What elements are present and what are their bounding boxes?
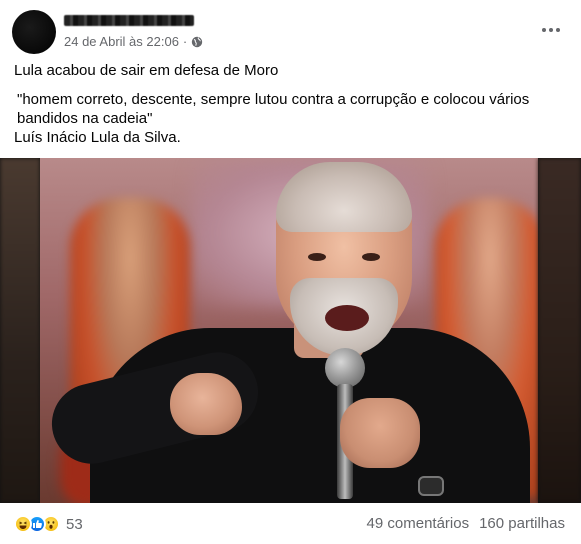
more-options-button[interactable]	[537, 20, 565, 40]
reaction-count[interactable]: 53	[66, 516, 83, 533]
post-timestamp[interactable]: 24 de Abril às 22:06	[64, 34, 179, 49]
shares-count-link[interactable]: 160 partilhas	[479, 515, 565, 532]
post-header: 24 de Abril às 22:06 ·	[12, 10, 569, 54]
author-avatar[interactable]	[12, 10, 56, 54]
photo-speaker-eye	[362, 253, 380, 261]
post-text-attribution: Luís Inácio Lula da Silva.	[14, 129, 181, 146]
post-stats: 49 comentários 160 partilhas	[367, 515, 565, 532]
author-name-redacted	[64, 15, 194, 26]
photo-blur-edge-left	[0, 158, 40, 503]
post-text-quote: "homem correto, descente, sempre lutou c…	[17, 91, 530, 127]
comments-count-link[interactable]: 49 comentários	[367, 515, 470, 532]
post-photo[interactable]	[0, 158, 581, 503]
post-text-line1: Lula acabou de sair em defesa de Moro	[14, 62, 279, 79]
post-text: Lula acabou de sair em defesa de Moro "h…	[14, 61, 569, 147]
photo-speaker-eye	[308, 253, 326, 261]
photo-blur-edge-right	[538, 158, 581, 503]
facebook-post: 24 de Abril às 22:06 · Lula acabou de sa…	[0, 0, 581, 544]
post-footer: 53 49 comentários 160 partilhas	[12, 510, 569, 538]
photo-speaker-fist	[170, 373, 242, 435]
photo-speaker-hand	[340, 398, 420, 468]
more-horizontal-icon	[542, 28, 546, 32]
photo-icon	[40, 158, 538, 503]
globe-icon[interactable]	[191, 36, 203, 48]
haha-reaction-icon	[14, 515, 32, 533]
reactions-summary[interactable]: 53	[14, 514, 83, 534]
more-dot	[556, 28, 560, 32]
post-meta: 24 de Abril às 22:06 ·	[64, 34, 203, 49]
photo-speaker-watch	[418, 476, 444, 496]
more-dot	[549, 28, 553, 32]
meta-separator: ·	[182, 34, 188, 49]
photo-speaker-mouth	[325, 305, 369, 331]
microphone-head	[325, 348, 365, 388]
author-name[interactable]	[64, 12, 199, 28]
